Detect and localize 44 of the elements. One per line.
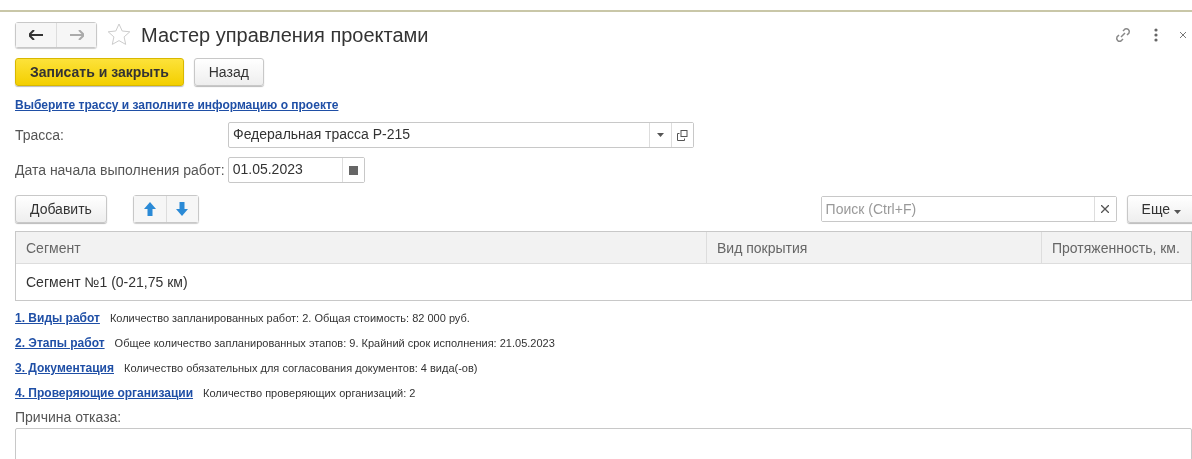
add-button[interactable]: Добавить (15, 195, 107, 223)
calendar-button[interactable] (341, 158, 364, 182)
section-info: Количество проверяющих организаций: 2 (203, 387, 416, 399)
table-cell-text: Сегмент №1 (0-21,75 км) (25, 273, 189, 292)
column-header: Протяженность, км. (1041, 232, 1191, 263)
search-box[interactable]: Поиск (Ctrl+F) (820, 196, 1117, 222)
section-info: Количество запланированных работ: 2. Общая стоимость: 82 000 руб. (109, 312, 470, 324)
section-link[interactable]: 2. Этапы работ (15, 336, 105, 350)
close-icon (1101, 205, 1110, 213)
section-link[interactable]: 3. Документация (15, 361, 114, 375)
route-field[interactable]: Федеральная трасса Р-215 (228, 122, 694, 148)
rejection-reason-field[interactable] (15, 428, 1192, 459)
more-icon[interactable] (1154, 28, 1158, 42)
move-down-button[interactable] (165, 196, 198, 222)
star-icon[interactable] (107, 23, 131, 47)
section-link[interactable]: 1. Виды работ (15, 311, 100, 325)
link-icon[interactable] (1114, 26, 1132, 44)
caret-icon (657, 133, 664, 137)
right-arrow-icon (69, 30, 84, 40)
copy-icon (677, 129, 688, 141)
field-label: Дата начала выполнения работ: (15, 162, 225, 178)
field-label: Трасса: (15, 127, 65, 143)
section-info: Количество обязательных для согласования документов: 4 вида(-ов) (124, 362, 478, 374)
caret-icon (1174, 210, 1181, 214)
field-label: Причина отказа: (15, 409, 122, 425)
close-icon[interactable] (1180, 30, 1186, 40)
clear-button[interactable] (1093, 197, 1116, 221)
back-button[interactable] (16, 23, 56, 47)
back-text-button[interactable]: Назад (193, 58, 264, 86)
move-up-button[interactable] (133, 196, 166, 222)
section-info: Общее количество запланированных этапов: 9. Крайний срок исполнения: 21.05.2023 (114, 337, 555, 349)
column-header: Вид покрытия (706, 232, 1041, 263)
more-button[interactable]: Еще (1126, 195, 1192, 223)
down-arrow-icon (176, 202, 189, 216)
open-button[interactable] (671, 123, 693, 147)
section-link[interactable]: 4. Проверяющие организации (15, 386, 194, 400)
up-arrow-icon (143, 202, 156, 216)
window-title: Мастер управления проектами (141, 23, 430, 47)
calendar-icon (348, 165, 358, 175)
left-arrow-icon (29, 30, 43, 40)
column-header: Сегмент (25, 238, 82, 258)
instruction-link[interactable]: Выберите трассу и заполните информацию о проекте (15, 98, 339, 112)
save-close-button[interactable]: Записать и закрыть (15, 58, 184, 86)
date-field[interactable]: 01.05.2023 (227, 157, 365, 183)
